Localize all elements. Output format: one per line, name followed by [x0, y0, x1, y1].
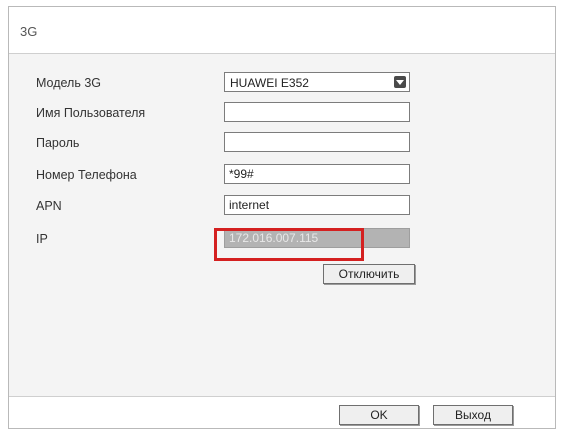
ip-row: IP	[9, 228, 555, 250]
password-field[interactable]	[224, 132, 410, 152]
ok-button[interactable]: OK	[339, 405, 419, 425]
chevron-down-icon[interactable]	[394, 76, 406, 88]
exit-button[interactable]: Выход	[433, 405, 513, 425]
username-field[interactable]	[224, 102, 410, 122]
apn-row: APN	[9, 195, 555, 217]
phone-field[interactable]	[224, 164, 410, 184]
apn-label: APN	[36, 199, 62, 213]
password-row: Пароль	[9, 132, 555, 154]
username-label: Имя Пользователя	[36, 106, 146, 120]
model-select[interactable]: HUAWEI E352	[224, 72, 410, 92]
model-label: Модель 3G	[36, 76, 102, 90]
password-label: Пароль	[36, 136, 80, 150]
phone-label: Номер Телефона	[36, 168, 137, 182]
title-bar: 3G	[9, 7, 555, 54]
model-select-value: HUAWEI E352	[230, 76, 309, 90]
model-row: Модель 3G HUAWEI E352	[9, 72, 555, 94]
disconnect-button[interactable]: Отключить	[323, 264, 415, 284]
username-row: Имя Пользователя	[9, 102, 555, 124]
phone-row: Номер Телефона	[9, 164, 555, 186]
3g-settings-dialog: 3G Модель 3G HUAWEI E352 Имя Пользовател…	[8, 6, 556, 429]
apn-field[interactable]	[224, 195, 410, 215]
form-panel: Модель 3G HUAWEI E352 Имя Пользователя П…	[9, 54, 555, 397]
dialog-title: 3G	[20, 24, 38, 39]
ip-label: IP	[36, 232, 48, 246]
ip-field	[224, 228, 410, 248]
